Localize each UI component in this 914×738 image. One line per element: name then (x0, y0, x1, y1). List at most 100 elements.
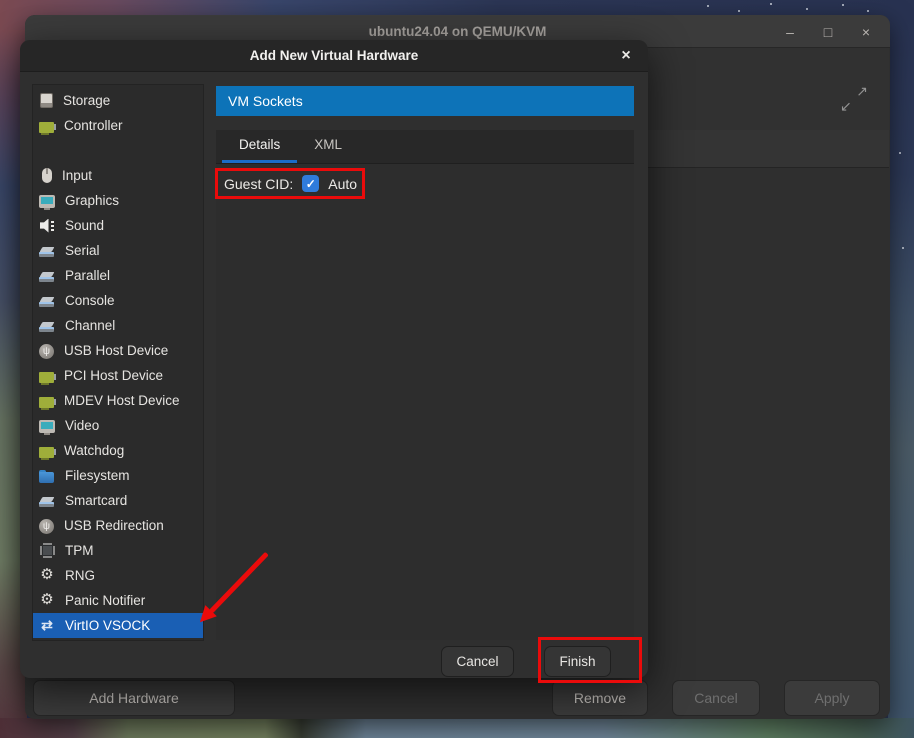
sidebar-item-virtio-vsock[interactable]: VirtIO VSOCK (33, 613, 203, 638)
hardware-type-list: Storage Controller Input Graphics (32, 84, 204, 641)
sidebar-item-label: Storage (63, 93, 110, 108)
sidebar-item-serial[interactable]: Serial (33, 238, 203, 263)
pci-card-icon (39, 122, 54, 133)
sidebar-item-label: TPM (65, 543, 94, 558)
guest-cid-row: Guest CID: ✓ Auto (224, 171, 626, 196)
sidebar-item-usb-host-device[interactable]: USB Host Device (33, 338, 203, 363)
sidebar-item-watchdog[interactable]: Watchdog (33, 438, 203, 463)
sidebar-item-graphics[interactable]: Graphics (33, 188, 203, 213)
sidebar-item-label: Graphics (65, 193, 119, 208)
serial-icon (39, 268, 55, 284)
sidebar-item-label: RNG (65, 568, 95, 583)
star-dot (867, 10, 869, 12)
sidebar-item-label: Smartcard (65, 493, 127, 508)
sidebar-item-pci-host-device[interactable]: PCI Host Device (33, 363, 203, 388)
folder-icon (39, 468, 55, 484)
sidebar-item-label: USB Host Device (64, 343, 168, 358)
tab-xml[interactable]: XML (297, 130, 359, 163)
page-title: VM Sockets (216, 86, 634, 116)
tab-details[interactable]: Details (222, 130, 297, 163)
sidebar-item-usb-redirection[interactable]: USB Redirection (33, 513, 203, 538)
arrows-icon (39, 618, 55, 634)
serial-icon (39, 293, 55, 309)
auto-checkbox[interactable]: ✓ (302, 175, 319, 192)
remove-button[interactable]: Remove (552, 680, 648, 716)
vm-window-footer: Add Hardware Remove Cancel Apply (25, 680, 890, 716)
tab-bar: Details XML (216, 130, 634, 164)
pci-card-icon (39, 397, 54, 408)
star-dot (770, 3, 772, 5)
sidebar-item-label: Panic Notifier (65, 593, 145, 608)
star-dot (707, 5, 709, 7)
sidebar-item-label: PCI Host Device (64, 368, 163, 383)
serial-icon (39, 493, 55, 509)
sidebar-item-label: MDEV Host Device (64, 393, 180, 408)
usb-icon (39, 344, 54, 359)
sidebar-item-label: USB Redirection (64, 518, 164, 533)
sidebar-item-controller[interactable]: Controller (33, 113, 203, 138)
pci-card-icon (39, 372, 54, 383)
chip-icon (42, 545, 53, 556)
dialog-titlebar[interactable]: Add New Virtual Hardware × (20, 40, 648, 72)
finish-button[interactable]: Finish (544, 646, 611, 677)
blank-icon (39, 143, 55, 159)
monitor-icon (39, 420, 55, 433)
minimize-button[interactable]: – (778, 20, 802, 44)
guest-cid-label: Guest CID: (224, 176, 293, 192)
window-close-button[interactable]: × (854, 20, 878, 44)
sidebar-item-label: Console (65, 293, 115, 308)
details-page: Guest CID: ✓ Auto (216, 164, 634, 203)
sidebar-item-label: Parallel (65, 268, 110, 283)
star-dot (899, 152, 901, 154)
usb-icon (39, 519, 54, 534)
fullscreen-expand-icon[interactable]: ↗ ↙ (840, 85, 868, 113)
pci-card-icon (39, 447, 54, 458)
auto-checkbox-label: Auto (328, 176, 357, 192)
gear-icon (39, 568, 55, 584)
serial-icon (39, 318, 55, 334)
sidebar-item-label: Serial (65, 243, 100, 258)
sidebar-item-storage[interactable]: Storage (33, 88, 203, 113)
mouse-icon (42, 168, 52, 183)
desktop-wallpaper-bottom (0, 718, 914, 738)
sidebar-item-panic-notifier[interactable]: Panic Notifier (33, 588, 203, 613)
sidebar-item-label: Video (65, 418, 99, 433)
window-controls: – □ × (778, 15, 878, 48)
cancel-button[interactable]: Cancel (441, 646, 514, 677)
sidebar-item-label: Sound (65, 218, 104, 233)
sidebar-item-label: Controller (64, 118, 123, 133)
sidebar-item-blank (33, 138, 203, 163)
apply-button[interactable]: Apply (784, 680, 880, 716)
vm-cancel-button[interactable]: Cancel (672, 680, 760, 716)
star-dot (902, 247, 904, 249)
star-dot (738, 10, 740, 12)
sidebar-item-rng[interactable]: RNG (33, 563, 203, 588)
sidebar-item-input[interactable]: Input (33, 163, 203, 188)
sidebar-item-video[interactable]: Video (33, 413, 203, 438)
sidebar-item-parallel[interactable]: Parallel (33, 263, 203, 288)
maximize-button[interactable]: □ (816, 20, 840, 44)
sidebar-item-mdev-host-device[interactable]: MDEV Host Device (33, 388, 203, 413)
serial-icon (39, 243, 55, 259)
sidebar-item-label: Input (62, 168, 92, 183)
add-hardware-button[interactable]: Add Hardware (33, 680, 235, 716)
dialog-title: Add New Virtual Hardware (250, 48, 419, 63)
sidebar-item-sound[interactable]: Sound (33, 213, 203, 238)
sidebar-item-filesystem[interactable]: Filesystem (33, 463, 203, 488)
sidebar-item-console[interactable]: Console (33, 288, 203, 313)
monitor-icon (39, 195, 55, 208)
notebook: Details XML Guest CID: ✓ Auto (216, 130, 634, 640)
star-dot (806, 8, 808, 10)
sidebar-item-tpm[interactable]: TPM (33, 538, 203, 563)
sidebar-item-smartcard[interactable]: Smartcard (33, 488, 203, 513)
sidebar-item-label: VirtIO VSOCK (65, 618, 150, 633)
sidebar-item-label: Channel (65, 318, 115, 333)
dialog-close-button[interactable]: × (614, 44, 638, 68)
dialog-content: VM Sockets Details XML Guest CID: ✓ Auto (216, 86, 634, 640)
gear-icon (39, 593, 55, 609)
desktop-wallpaper-right (888, 14, 914, 738)
disk-icon (40, 93, 53, 108)
sidebar-item-channel[interactable]: Channel (33, 313, 203, 338)
speaker-icon (39, 218, 55, 234)
sidebar-item-label: Filesystem (65, 468, 130, 483)
